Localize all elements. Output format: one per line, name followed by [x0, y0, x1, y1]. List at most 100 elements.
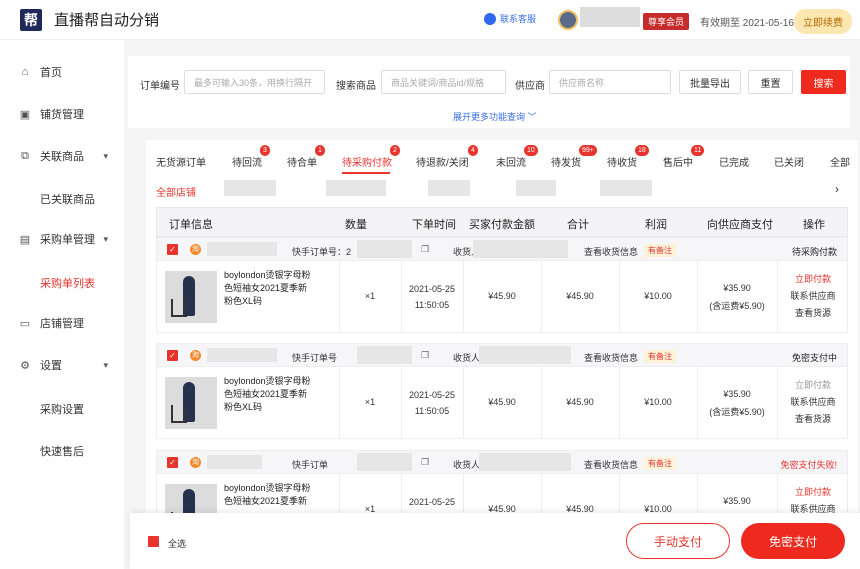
tab-not-returned[interactable]: 未回流 10 [496, 145, 538, 169]
export-button[interactable]: 批量导出 [679, 70, 741, 94]
shop-name-redacted [207, 455, 262, 469]
manual-pay-button[interactable]: 手动支付 [626, 523, 730, 559]
qty: ×1 [364, 397, 376, 407]
note-badge[interactable]: 有备注 [644, 244, 676, 257]
view-receiver-link[interactable]: 查看收货信息 [584, 245, 638, 258]
total: ¥45.90 [566, 291, 594, 301]
reset-button[interactable]: 重置 [748, 70, 793, 94]
tab-no-source[interactable]: 无货源订单 [156, 154, 206, 169]
order-checkbox[interactable]: ✓ [167, 350, 178, 361]
expand-more-link[interactable]: 展开更多功能查询 ﹀ [453, 110, 537, 123]
expand-label: 展开更多功能查询 [453, 112, 526, 122]
tab-pending-purchase-pay[interactable]: 待采购付款 2 [342, 145, 400, 169]
tab-label: 待回流 [232, 158, 262, 169]
copy-icon[interactable]: ❐ [421, 457, 429, 468]
shop-filter-redacted[interactable] [428, 180, 470, 196]
contact-supplier-link[interactable]: 联系供应商 [777, 394, 849, 411]
sidebar-sub-quick-aftersale[interactable]: 快速售后 [40, 443, 84, 459]
view-receiver-link[interactable]: 查看收货信息 [584, 458, 638, 471]
renew-button[interactable]: 立即续费 [794, 9, 852, 34]
shop-icon: 淘 [190, 457, 201, 468]
link-icon: ⧉ [21, 149, 29, 162]
pay-now-link[interactable]: 立即付款 [777, 377, 849, 394]
sidebar-item-linked[interactable]: ⧉ 关联商品 ▾ [0, 146, 124, 166]
tab-all[interactable]: 全部 [830, 154, 850, 169]
order-status: 免密支付失败! [780, 460, 837, 470]
order-no-input[interactable]: 最多可输入30条，用换行隔开 [184, 70, 325, 94]
tab-pending-return[interactable]: 待回流 3 [232, 145, 270, 169]
password-free-pay-button[interactable]: 免密支付 [741, 523, 845, 559]
shop-filter-redacted[interactable] [600, 180, 652, 196]
col-profit: 利润 [645, 219, 667, 231]
supplier-input[interactable]: 供应商名称 [549, 70, 671, 94]
sidebar-sub-purchase-list[interactable]: 采购单列表 [40, 275, 95, 291]
view-receiver-link[interactable]: 查看收货信息 [584, 351, 638, 364]
product-name[interactable]: boylondon烫银字母粉色短袖女2021夏季新粉色XL码 [224, 269, 312, 308]
orders-panel: 无货源订单 待回流 3 待合单 1 待采购付款 2 待退款/关闭 4 未回流 10 待发货… [146, 140, 858, 569]
shop-filter-all[interactable]: 全部店铺 [156, 184, 196, 199]
col-qty: 数量 [345, 219, 367, 231]
shop-name-redacted [207, 242, 277, 256]
view-source-link[interactable]: 查看货源 [777, 411, 849, 428]
goods-input[interactable]: 商品关键词/商品id/规格 [381, 70, 506, 94]
select-all-checkbox[interactable] [148, 536, 159, 547]
copy-icon[interactable]: ❐ [421, 350, 429, 361]
copy-icon[interactable]: ❐ [421, 244, 429, 255]
pay-now-link[interactable]: 立即付款 [777, 484, 849, 501]
select-all-label[interactable]: 全选 [168, 537, 186, 550]
quick-order-no: 快手订单 [292, 460, 329, 470]
receiver-redacted [473, 240, 568, 258]
tab-pending-merge[interactable]: 待合单 1 [287, 145, 325, 169]
product-image[interactable] [165, 271, 217, 323]
tab-completed[interactable]: 已完成 [719, 154, 749, 169]
sidebar-item-settings[interactable]: ⚙ 设置 ▾ [0, 355, 124, 375]
chat-icon [484, 12, 496, 25]
supplier-pay: ¥35.90 [723, 389, 751, 399]
tab-pending-refund[interactable]: 待退款/关闭 4 [416, 145, 478, 169]
order-status: 待采购付款 [791, 247, 837, 257]
receiver-redacted [479, 453, 571, 471]
order-group-header: ✓ 淘 快手订单号：2 ❐ 收货人 查看收货信息 有备注 待采购付款 [156, 237, 848, 261]
tab-aftersale[interactable]: 售后中 11 [663, 145, 705, 169]
tab-badge: 3 [260, 145, 270, 156]
sidebar-label: 关联商品 [40, 151, 84, 163]
note-badge[interactable]: 有备注 [644, 350, 676, 363]
tab-pending-receive[interactable]: 待收货 18 [607, 145, 649, 169]
order-no-label: 订单编号 [140, 81, 180, 92]
order-checkbox[interactable]: ✓ [167, 457, 178, 468]
sidebar-item-shop[interactable]: ▭ 店铺管理 [0, 313, 124, 333]
shop-filter-redacted[interactable] [516, 180, 556, 196]
bottom-action-bar: 全选 手动支付 免密支付 [130, 513, 860, 569]
view-source-link[interactable]: 查看货源 [777, 305, 849, 322]
product-image[interactable] [165, 377, 217, 429]
sidebar-item-home[interactable]: ⌂ 首页 [0, 62, 124, 82]
avatar[interactable] [558, 10, 578, 30]
sidebar-item-distribution[interactable]: ▣ 铺货管理 [0, 104, 124, 124]
product-name[interactable]: boylondon烫银字母粉色短袖女2021夏季新 [224, 482, 312, 508]
chevron-right-icon[interactable]: › [835, 182, 839, 196]
buyer-pay: ¥45.90 [488, 291, 516, 301]
order-checkbox[interactable]: ✓ [167, 244, 178, 255]
support-link[interactable]: 联系客服 [484, 12, 536, 25]
sidebar-label: 首页 [40, 67, 62, 79]
gear-icon: ⚙ [20, 359, 30, 372]
col-buyer-pay: 买家付款金额 [469, 219, 535, 231]
contact-supplier-link[interactable]: 联系供应商 [777, 288, 849, 305]
shop-icon: 淘 [190, 350, 201, 361]
sidebar-item-purchase[interactable]: ▤ 采购单管理 ▾ [0, 229, 124, 249]
product-name[interactable]: boylondon烫银字母粉色短袖女2021夏季新粉色XL码 [224, 375, 312, 414]
profit: ¥10.00 [644, 397, 672, 407]
tab-closed[interactable]: 已关闭 [774, 154, 804, 169]
sidebar-sub-linked-goods[interactable]: 已关联商品 [40, 191, 95, 207]
search-button[interactable]: 搜索 [801, 70, 846, 94]
pay-now-link[interactable]: 立即付款 [777, 271, 849, 288]
shop-filter-redacted[interactable] [224, 180, 276, 196]
shop-filter-redacted[interactable] [326, 180, 386, 196]
col-order-time: 下单时间 [412, 219, 456, 231]
tab-label: 待发货 [551, 158, 581, 169]
tab-badge: 11 [691, 145, 705, 156]
order-group-header: ✓ 淘 快手订单号 ❐ 收货人： 查看收货信息 有备注 免密支付中 [156, 343, 848, 367]
sidebar-sub-purchase-settings[interactable]: 采购设置 [40, 401, 84, 417]
tab-pending-ship[interactable]: 待发货 99+ [551, 145, 597, 169]
note-badge[interactable]: 有备注 [644, 457, 676, 470]
